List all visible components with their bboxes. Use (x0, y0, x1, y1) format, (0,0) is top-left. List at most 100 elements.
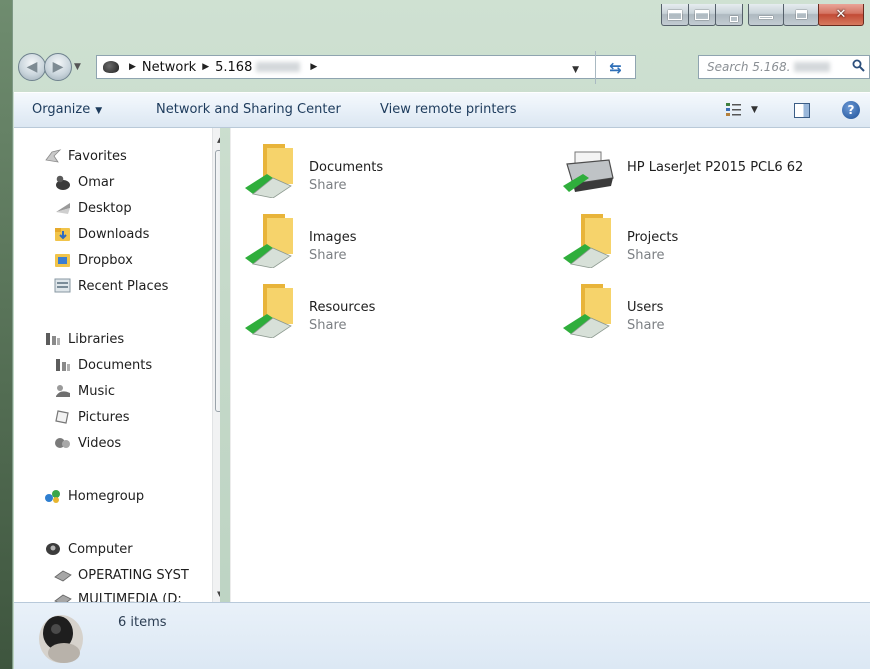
nav-pictures[interactable]: Pictures (54, 409, 129, 425)
arrow-left-icon: ◀ (26, 59, 38, 75)
breadcrumb-host[interactable]: 5.168 (215, 60, 252, 75)
nav-desktop[interactable]: Desktop (54, 200, 132, 216)
tile-right-button[interactable] (688, 4, 716, 26)
pictures-icon (55, 410, 69, 424)
nav-library-documents[interactable]: Documents (54, 357, 152, 373)
refresh-button[interactable]: ⇆ (595, 51, 635, 84)
item-type: Share (309, 248, 347, 263)
shared-folder-icon (245, 214, 293, 268)
nav-downloads-label: Downloads (78, 226, 150, 242)
nav-computer[interactable]: Computer (44, 541, 133, 557)
search-input[interactable]: Search 5.168. (698, 55, 870, 79)
videos-icon (55, 438, 70, 448)
change-view-icon[interactable] (726, 103, 742, 117)
help-icon: ? (847, 103, 855, 117)
nav-dropbox[interactable]: Dropbox (54, 252, 133, 268)
item-type: Share (309, 318, 347, 333)
recent-pages-dropdown[interactable]: ▼ (74, 62, 81, 72)
nav-recent-places[interactable]: Recent Places (54, 278, 168, 294)
downloads-folder-icon (55, 228, 70, 241)
tile-text: HP LaserJet P2015 PCL6 62 (627, 138, 803, 178)
tile-text: Resources Share (309, 278, 375, 333)
network-icon (103, 61, 119, 73)
organize-menu[interactable]: Organize ▼ (32, 102, 102, 117)
item-name: Users (627, 300, 664, 315)
star-icon (45, 149, 62, 163)
window-caption-buttons: ✕ (661, 4, 864, 30)
tile-text: Projects Share (627, 208, 678, 263)
nav-music[interactable]: Music (54, 383, 115, 399)
nav-videos[interactable]: Videos (54, 435, 121, 451)
back-button[interactable]: ◀ (18, 53, 46, 81)
tile-quarter-button[interactable] (715, 4, 743, 26)
nav-omar-label: Omar (78, 174, 115, 190)
tile-icon (695, 9, 709, 20)
share-item-users[interactable]: Users Share (561, 278, 665, 338)
item-name: Resources (309, 300, 376, 315)
nav-multimedia-drive[interactable]: MULTIMEDIA (D: (54, 591, 182, 602)
maximize-icon (795, 10, 807, 19)
forward-button[interactable]: ▶ (44, 53, 72, 81)
share-item-resources[interactable]: Resources Share (243, 278, 375, 338)
help-button[interactable]: ? (842, 101, 860, 119)
share-item-images[interactable]: Images Share (243, 208, 357, 268)
maximize-button[interactable] (783, 4, 819, 26)
address-bar[interactable]: ▶ Network ▶ 5.168 ▶ ▼ ⇆ (96, 51, 636, 84)
command-bar: Organize ▼ Network and Sharing Center Vie… (14, 92, 870, 128)
hard-drive-icon (54, 570, 72, 582)
nav-pictures-label: Pictures (78, 409, 130, 425)
share-item-projects[interactable]: Projects Share (561, 208, 678, 268)
desktop-icon (56, 203, 70, 214)
nav-omar[interactable]: Omar (54, 174, 114, 190)
minimize-button[interactable] (748, 4, 784, 26)
nav-multimedia-drive-label: MULTIMEDIA (D: (78, 591, 182, 603)
shared-folder-icon (245, 284, 293, 338)
close-button[interactable]: ✕ (818, 4, 864, 26)
item-name: Images (309, 230, 357, 245)
breadcrumb-separator[interactable]: ▶ (129, 62, 136, 72)
view-remote-printers-button[interactable]: View remote printers (380, 102, 517, 117)
organize-label: Organize (32, 102, 91, 117)
nav-downloads[interactable]: Downloads (54, 226, 149, 242)
address-history-dropdown[interactable]: ▼ (572, 65, 579, 75)
desktop-background (0, 0, 12, 669)
nav-homegroup-label: Homegroup (68, 488, 145, 504)
breadcrumb-network[interactable]: Network (142, 60, 196, 75)
tile-left-button[interactable] (661, 4, 689, 26)
details-pane: 6 items (14, 602, 870, 669)
breadcrumb-separator[interactable]: ▶ (310, 62, 317, 72)
preview-pane-button[interactable] (794, 103, 810, 118)
nav-scrollbar[interactable]: ▲ ▼ (212, 128, 220, 602)
search-placeholder: Search 5.168. (707, 60, 791, 74)
tile-text: Images Share (309, 208, 357, 263)
tile-icon (668, 9, 682, 20)
dropbox-folder-icon (55, 254, 70, 267)
nav-computer-label: Computer (68, 541, 133, 557)
nav-homegroup[interactable]: Homegroup (44, 488, 144, 504)
tile-text: Documents Share (309, 138, 383, 193)
homegroup-icon (45, 490, 60, 503)
breadcrumb-separator[interactable]: ▶ (202, 62, 209, 72)
network-sharing-center-button[interactable]: Network and Sharing Center (156, 102, 341, 117)
redacted-search-part (794, 62, 831, 72)
nav-os-drive-label: OPERATING SYST (78, 567, 189, 583)
nav-libraries[interactable]: Libraries (44, 331, 124, 347)
close-icon: ✕ (835, 7, 847, 22)
share-item-documents[interactable]: Documents Share (243, 138, 383, 198)
scroll-thumb[interactable] (215, 150, 220, 412)
nav-favorites[interactable]: Favorites (44, 148, 127, 164)
computer-icon (46, 543, 60, 555)
address-row: ◀ ▶ ▼ ▶ Network ▶ 5.168 ▶ ▼ ⇆ Search 5.1… (14, 50, 870, 84)
scroll-down-arrow-icon[interactable]: ▼ (217, 590, 220, 598)
view-options-dropdown[interactable]: ▼ (751, 105, 758, 115)
share-item-printer[interactable]: HP LaserJet P2015 PCL6 62 (561, 138, 803, 198)
navigation-pane: Favorites Omar Desktop Downloads Dropbox… (14, 128, 220, 602)
search-icon[interactable] (852, 59, 865, 72)
hard-drive-icon (54, 594, 72, 602)
shared-folder-icon (563, 214, 611, 268)
nav-desktop-label: Desktop (78, 200, 132, 216)
nav-videos-label: Videos (78, 435, 122, 451)
scroll-up-arrow-icon[interactable]: ▲ (217, 136, 220, 144)
nav-os-drive[interactable]: OPERATING SYST (54, 567, 189, 583)
file-list: Documents Share HP LaserJet P2015 PCL6 6… (231, 128, 870, 602)
